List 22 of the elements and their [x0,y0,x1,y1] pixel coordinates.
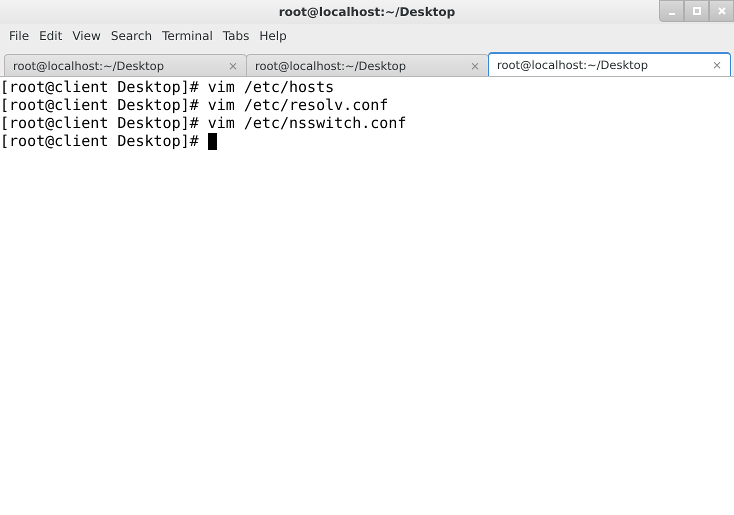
terminal-line: [root@client Desktop]# vim /etc/resolv.conf [0,96,390,114]
window-title: root@localhost:~/Desktop [278,5,456,19]
terminal-tab[interactable]: root@localhost:~/Desktop × [4,54,247,76]
menu-item[interactable]: Edit [34,29,68,43]
text-cursor [208,132,217,150]
minimize-button[interactable] [659,0,684,22]
terminal-prompt: [root@client Desktop]# [0,132,199,150]
menu-item[interactable]: Terminal [157,29,218,43]
close-icon [718,7,726,15]
menu-item[interactable]: Search [106,29,158,43]
menu-item[interactable]: File [4,29,34,43]
terminal-line: [root@client Desktop]# vim /etc/nsswitch.conf [0,114,408,132]
terminal-tab[interactable]: root@localhost:~/Desktop × [488,52,731,76]
maximize-icon [692,7,700,15]
terminal-tab[interactable]: root@localhost:~/Desktop × [246,54,489,76]
menu-item[interactable]: Help [254,29,292,43]
maximize-button[interactable] [684,0,709,22]
menu-item[interactable]: Tabs [218,29,254,43]
terminal-line: [root@client Desktop]# vim /etc/hosts [0,78,336,96]
menu-item[interactable]: View [67,29,106,43]
close-button[interactable] [709,0,734,22]
tab-close-button[interactable]: × [712,58,722,72]
